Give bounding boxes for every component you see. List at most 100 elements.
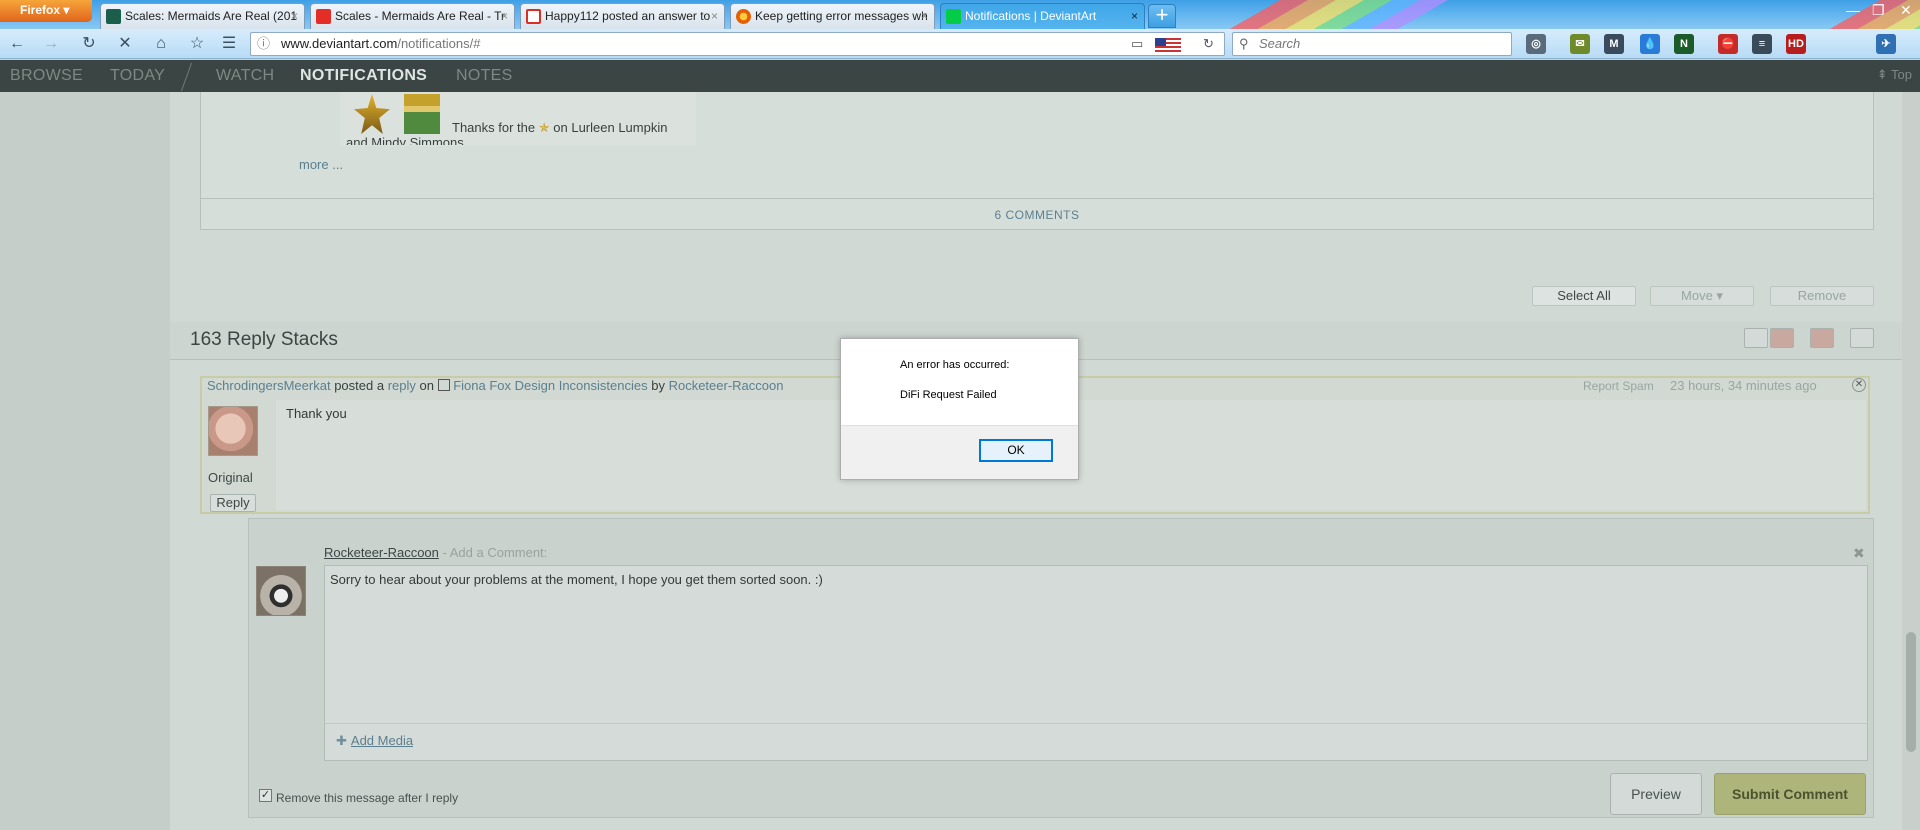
tab-title: Happy112 posted an answer to: [545, 9, 711, 23]
tab-scales-youtube[interactable]: Scales - Mermaids Are Real - Tr ×: [310, 3, 515, 29]
tab-close-icon[interactable]: ×: [501, 4, 508, 28]
reading-list-icon[interactable]: ☰: [218, 33, 240, 55]
deviation-link[interactable]: Fiona Fox Design Inconsistencies: [453, 378, 647, 393]
tab-gmail[interactable]: Happy112 posted an answer to ×: [520, 3, 725, 29]
submit-comment-button[interactable]: Submit Comment: [1714, 773, 1866, 815]
tab-firefox-support[interactable]: Keep getting error messages wh ×: [730, 3, 935, 29]
search-input[interactable]: ⚲ Search: [1232, 32, 1512, 56]
tab-close-icon[interactable]: ×: [291, 4, 298, 28]
message-header: SchrodingersMeerkat posted a reply on Fi…: [207, 378, 783, 393]
close-icon[interactable]: ✖: [1853, 545, 1865, 562]
new-tab-button[interactable]: +: [1148, 4, 1176, 28]
caption-prefix: Thanks for the: [452, 120, 536, 135]
url-text: www.deviantart.com/notifications/#: [281, 33, 480, 55]
list-view-icon[interactable]: [1744, 328, 1768, 348]
bookmark-star-icon[interactable]: ☆: [186, 33, 208, 55]
thumb-caption-line2: and Mindy Simmons: [346, 136, 464, 145]
close-window-icon[interactable]: ✕: [1900, 2, 1912, 19]
addon-drop-icon[interactable]: 💧: [1640, 34, 1660, 54]
reply-user-link[interactable]: Rocketeer-Raccoon: [324, 545, 439, 560]
caption-suffix: on Lurleen Lumpkin: [553, 120, 668, 135]
remove-after-reply-checkbox[interactable]: ✓: [259, 789, 272, 802]
scrollbar-thumb[interactable]: [1906, 632, 1916, 752]
url-bar[interactable]: ⓘ www.deviantart.com/notifications/# ▭ ↻: [250, 32, 1225, 56]
nav-notes[interactable]: NOTES: [456, 67, 513, 85]
us-flag-icon[interactable]: [1155, 38, 1181, 52]
remove-after-reply-label[interactable]: Remove this message after I reply: [276, 791, 458, 805]
deviantart-icon: [946, 9, 961, 24]
more-link[interactable]: more ...: [299, 157, 343, 172]
addon-plane-icon[interactable]: ✈: [1876, 34, 1896, 54]
theme-rainbow-background: [1220, 0, 1920, 29]
tab-close-icon[interactable]: ×: [921, 4, 928, 28]
tab-scales-film[interactable]: Scales: Mermaids Are Real (201 ×: [100, 3, 305, 29]
add-media-icon: ✚: [336, 733, 347, 748]
addon-mail-icon[interactable]: ✉: [1570, 34, 1590, 54]
comment-text[interactable]: Sorry to hear about your problems at the…: [330, 572, 823, 587]
message-timestamp: 23 hours, 34 minutes ago: [1670, 378, 1817, 393]
add-media-link[interactable]: ✚ Add Media: [336, 733, 413, 749]
message-author-link[interactable]: SchrodingersMeerkat: [207, 378, 331, 393]
move-button[interactable]: Move ▾: [1650, 286, 1754, 306]
tab-strip: Firefox ▾ Scales: Mermaids Are Real (201…: [0, 0, 1920, 29]
report-spam-link[interactable]: Report Spam: [1583, 379, 1654, 393]
top-label: Top: [1891, 67, 1912, 82]
sort-icon[interactable]: [1850, 328, 1874, 348]
reply-stacks-title: 163 Reply Stacks: [190, 329, 338, 350]
by-text: by: [651, 378, 665, 393]
remove-button[interactable]: Remove: [1770, 286, 1874, 306]
nav-watch[interactable]: WATCH: [216, 67, 274, 85]
comments-count-link[interactable]: 6 COMMENTS: [200, 198, 1874, 230]
back-to-top-button[interactable]: ⇞ Top: [1877, 67, 1912, 83]
forward-icon[interactable]: →: [40, 33, 62, 55]
close-icon[interactable]: ✕: [1852, 378, 1866, 392]
ok-button[interactable]: OK: [979, 439, 1053, 462]
tab-close-icon[interactable]: ×: [711, 4, 718, 28]
star-badge-icon: ✯: [538, 120, 550, 135]
nav-today[interactable]: TODAY: [110, 67, 165, 85]
nav-browse[interactable]: BROWSE: [10, 67, 83, 85]
select-all-button[interactable]: Select All: [1532, 286, 1636, 306]
reply-link[interactable]: reply: [388, 378, 416, 393]
add-comment-label: - Add a Comment:: [442, 545, 548, 560]
thumb-view-icon[interactable]: [1770, 328, 1794, 348]
site-info-icon[interactable]: ⓘ: [257, 33, 270, 55]
addon-n-icon[interactable]: N: [1674, 34, 1694, 54]
addon-gmail-icon[interactable]: M: [1604, 34, 1624, 54]
nav-divider: [180, 62, 193, 92]
avatar[interactable]: [256, 566, 306, 616]
minimize-icon[interactable]: —: [1846, 2, 1860, 18]
maximize-icon[interactable]: ❐: [1872, 2, 1885, 19]
reload-icon[interactable]: ↻: [78, 33, 100, 55]
url-path: /notifications/#: [397, 36, 481, 51]
dialog-message-title: An error has occurred:: [900, 359, 1010, 371]
menu-icon[interactable]: ≡: [1752, 34, 1772, 54]
addon-hd-icon[interactable]: HD: [1786, 34, 1806, 54]
addon-target-icon[interactable]: ◎: [1526, 34, 1546, 54]
home-icon[interactable]: ⌂: [150, 33, 172, 55]
url-reload-icon[interactable]: ↻: [1203, 33, 1214, 55]
reply-button[interactable]: Reply: [210, 494, 256, 512]
stop-icon[interactable]: ✕: [114, 33, 136, 55]
search-icon: ⚲: [1239, 36, 1249, 51]
preview-button[interactable]: Preview: [1610, 773, 1702, 815]
firefox-menu-button[interactable]: Firefox ▾: [0, 0, 92, 22]
page-scrollbar[interactable]: [1902, 92, 1920, 830]
deviation-author-link[interactable]: Rocketeer-Raccoon: [669, 378, 784, 393]
stack-view-icon[interactable]: [1810, 328, 1834, 348]
original-link[interactable]: Original: [208, 470, 253, 485]
tab-title: Scales: Mermaids Are Real (201: [125, 9, 298, 23]
addon-adblock-icon[interactable]: ⛔: [1718, 34, 1738, 54]
back-icon[interactable]: ←: [6, 33, 28, 55]
tab-deviantart-notifications[interactable]: Notifications | DeviantArt ×: [940, 3, 1145, 29]
reader-view-icon[interactable]: ▭: [1131, 33, 1143, 55]
nav-notifications[interactable]: NOTIFICATIONS: [300, 67, 427, 85]
deviantart-nav-bar: BROWSE TODAY WATCH NOTIFICATIONS NOTES ⇞…: [0, 60, 1920, 92]
search-placeholder: Search: [1259, 36, 1301, 51]
character-sprite[interactable]: [404, 94, 440, 134]
deviation-icon: [437, 379, 450, 391]
avatar[interactable]: [208, 406, 258, 456]
tab-close-icon[interactable]: ×: [1131, 4, 1138, 28]
film-icon: [106, 9, 121, 24]
dialog-message-detail: DiFi Request Failed: [900, 389, 997, 401]
